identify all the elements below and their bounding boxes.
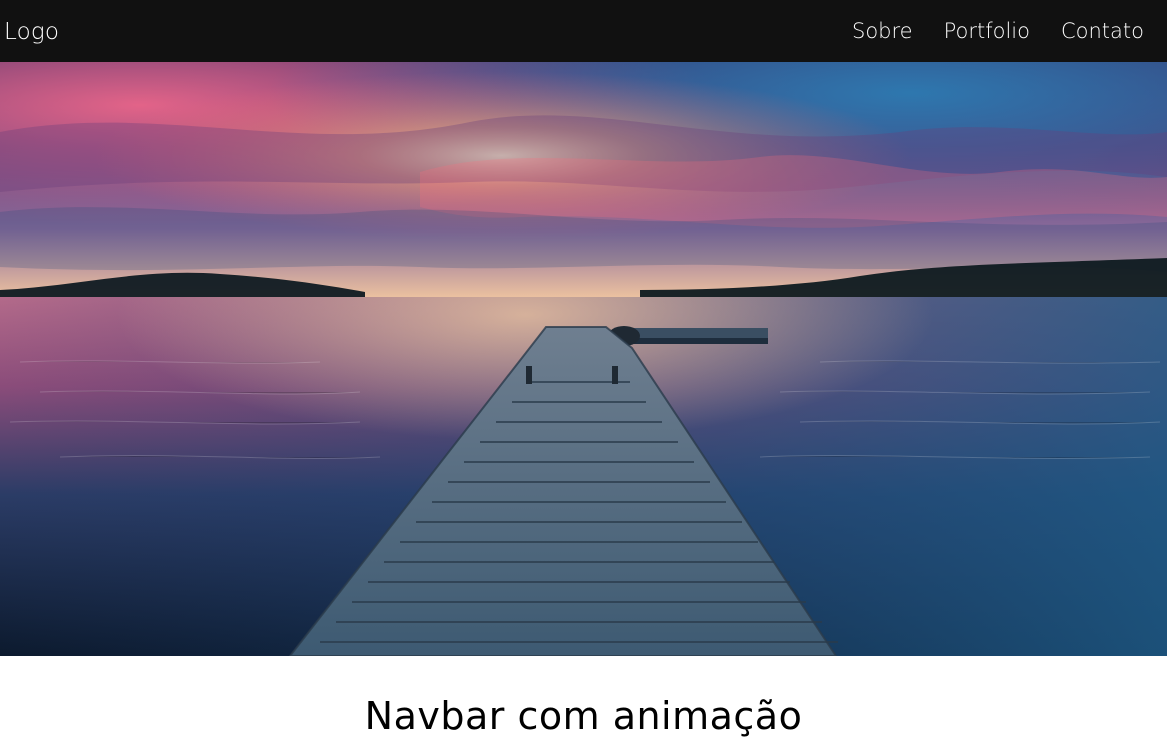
nav-link-contato[interactable]: Contato xyxy=(1061,19,1144,43)
hero-image xyxy=(0,62,1167,656)
nav-link-sobre[interactable]: Sobre xyxy=(852,19,913,43)
navbar: Logo Sobre Portfolio Contato xyxy=(0,0,1167,62)
lake-sunset-illustration xyxy=(0,62,1167,656)
page-title: Navbar com animação xyxy=(364,694,803,738)
nav-link-portfolio[interactable]: Portfolio xyxy=(944,19,1030,43)
logo[interactable]: Logo xyxy=(4,19,59,45)
nav-links: Sobre Portfolio Contato xyxy=(821,19,1144,43)
main-content: Navbar com animação xyxy=(0,656,1167,755)
